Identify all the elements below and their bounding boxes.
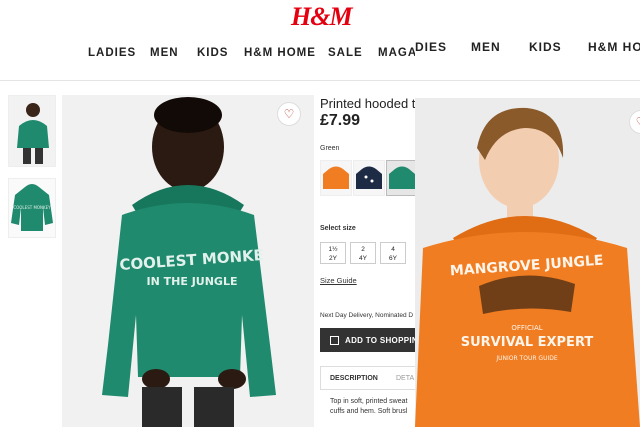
- hoodie-print-line2: IN THE JUNGLE: [147, 275, 238, 288]
- product-title: Printed hooded t: [320, 96, 416, 111]
- add-to-bag-button[interactable]: ADD TO SHOPPIN: [320, 328, 420, 352]
- description-text: Top in soft, printed sweat: [330, 398, 408, 405]
- bag-icon: [330, 335, 339, 345]
- overlay-print-line3: SURVIVAL EXPERT: [461, 335, 594, 350]
- size-guide-link[interactable]: Size Guide: [320, 276, 357, 285]
- nav-home[interactable]: H&M HOME: [244, 47, 316, 59]
- overlay-nav-men[interactable]: MEN: [471, 40, 501, 54]
- overlay-nav-kids[interactable]: KIDS: [529, 40, 562, 54]
- swatch-orange[interactable]: [320, 160, 352, 196]
- overlay-divider: [415, 80, 640, 81]
- favorite-heart-icon[interactable]: ♡: [277, 102, 301, 126]
- description-text-2: cuffs and hem. Soft brusl: [330, 408, 408, 415]
- swatch-green[interactable]: [386, 160, 418, 196]
- overlay-panel: DIES MEN KIDS H&M HO MANGROVE JUNGLE OFF…: [415, 0, 640, 427]
- tab-description[interactable]: DESCRIPTION: [330, 375, 378, 382]
- product-tabs: DESCRIPTION DETA: [320, 366, 420, 390]
- overlay-print-line2: OFFICIAL: [511, 324, 542, 332]
- nav-kids[interactable]: KIDS: [197, 47, 228, 59]
- swatch-navy[interactable]: [353, 160, 385, 196]
- thumbnail-hoodie[interactable]: COOLEST MONKEY: [8, 178, 56, 238]
- size-button-3[interactable]: 4 6Y: [380, 242, 406, 264]
- header-divider: [0, 80, 420, 81]
- overlay-print-line4: JUNIOR TOUR GUIDE: [495, 355, 558, 362]
- size-button-1[interactable]: 1½ 2Y: [320, 242, 346, 264]
- overlay-product-photo: MANGROVE JUNGLE OFFICIAL SURVIVAL EXPERT…: [415, 98, 640, 427]
- delivery-info: Next Day Delivery, Nominated D: [320, 312, 414, 319]
- thumbnail-model[interactable]: [8, 95, 56, 167]
- nav-sale[interactable]: SALE: [328, 47, 363, 59]
- select-size-label: Select size: [320, 225, 356, 232]
- size-button-2[interactable]: 2 4Y: [350, 242, 376, 264]
- nav-men[interactable]: MEN: [150, 47, 179, 59]
- tab-details[interactable]: DETA: [396, 375, 414, 382]
- main-product-photo: COOLEST MONKE IN THE JUNGLE: [62, 95, 314, 427]
- overlay-nav-home[interactable]: H&M HO: [588, 40, 640, 54]
- nav-ladies[interactable]: LADIES: [88, 47, 136, 59]
- product-price: £7.99: [320, 112, 361, 129]
- thumbnail-print-text: COOLEST MONKEY: [13, 205, 51, 210]
- color-label: Green: [320, 145, 340, 152]
- overlay-nav-ladies[interactable]: DIES: [415, 40, 447, 54]
- hm-logo[interactable]: H&M: [291, 2, 353, 32]
